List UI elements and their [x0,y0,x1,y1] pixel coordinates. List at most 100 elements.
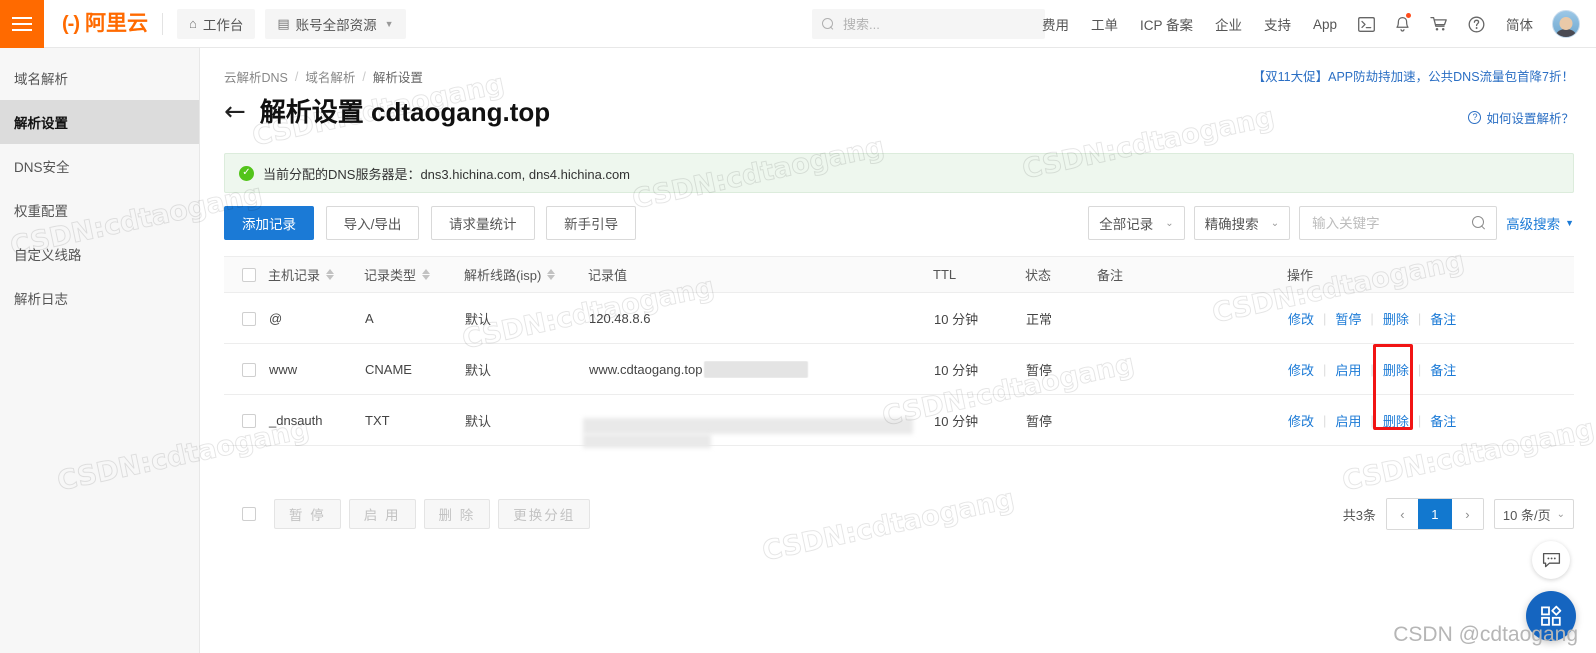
global-search[interactable] [812,9,1045,39]
pagination-prev[interactable]: ‹ [1386,499,1418,529]
aliyun-logo-mark: (-) [62,12,80,35]
breadcrumb: 云解析DNS / 域名解析 / 解析设置 [224,67,423,86]
redacted-value-mask [704,360,809,378]
promo-banner-link[interactable]: 【双11大促】APP防劫持加速，公共DNS流量包首降7折！ [1253,66,1574,85]
bulk-pause-button[interactable]: 暂 停 [274,499,341,529]
cart-icon[interactable] [1420,0,1458,48]
sidebar-item-custom-line[interactable]: 自定义线路 [0,232,199,276]
back-arrow-icon[interactable]: ← [224,99,246,125]
row-checkbox[interactable] [242,413,256,428]
check-circle-icon: ✓ [239,165,254,181]
sort-type-icon[interactable] [422,269,431,280]
sidebar-item-label: 域名解析 [14,72,68,87]
table-row[interactable]: _dnsauth TXT 默认 10 分钟 暂停 修改 | 启用 | 删除 | … [224,394,1574,448]
page-title-prefix: 解析设置 [259,97,364,127]
bulk-enable-button[interactable]: 启 用 [348,499,416,529]
nav-icp[interactable]: ICP 备案 [1129,0,1204,48]
dns-server-alert: ✓ 当前分配的DNS服务器是：dns3.hichina.com, dns4.hi… [224,153,1574,193]
sidebar-item-resolution-settings[interactable]: 解析设置 [0,100,199,144]
redacted-value-mask [583,434,711,448]
menu-toggle-icon[interactable] [0,0,44,48]
nav-support[interactable]: 支持 [1253,0,1302,48]
action-note[interactable]: 备注 [1421,360,1465,379]
breadcrumb-separator: / [294,69,299,84]
help-icon[interactable] [1458,0,1495,48]
avatar[interactable] [1552,10,1580,38]
header-state-label: 状态 [1025,268,1052,283]
action-enable[interactable]: 启用 [1326,360,1370,379]
record-filter-select[interactable]: 全部记录 ⌄ [1088,206,1185,240]
page-size-select[interactable]: 10 条/页 ⌄ [1493,499,1574,529]
action-edit[interactable]: 修改 [1288,309,1323,328]
header-value-label: 记录值 [588,268,628,283]
newbie-guide-button[interactable]: 新手引导 [546,206,637,240]
page-root: (-) 阿里云 ⌂ 工作台 ▤ 账号全部资源 ▼ 费用 工单 ICP 备案 企业… [0,0,1596,653]
notifications-icon[interactable] [1385,0,1420,48]
breadcrumb-item-domain[interactable]: 域名解析 [305,67,355,86]
pagination-page-1[interactable]: 1 [1417,499,1452,529]
search-icon [822,18,834,30]
keyword-search-input[interactable] [1310,214,1469,232]
terminal-icon[interactable] [1348,0,1385,48]
language-switch[interactable]: 简体 [1495,0,1544,48]
search-mode-select[interactable]: 精确搜索 ⌄ [1193,206,1291,240]
cell-note [1097,292,1287,344]
sidebar-item-label: 权重配置 [14,204,68,219]
global-search-input[interactable] [841,15,1026,33]
table-row[interactable]: www CNAME 默认 www.cdtaogang.top 10 分钟 暂停 [224,343,1574,395]
cell-state: 暂停 [1025,394,1097,446]
all-resources-button[interactable]: ▤ 账号全部资源 ▼ [265,8,406,39]
chat-support-button[interactable] [1532,541,1570,579]
home-icon: ⌂ [188,16,197,31]
row-checkbox[interactable] [242,311,256,326]
sort-line-icon[interactable] [547,269,556,280]
sort-host-icon[interactable] [326,269,335,280]
header-action-label: 操作 [1287,268,1314,283]
cell-note [1097,343,1287,395]
pagination-next[interactable]: › [1451,499,1483,529]
nav-enterprise[interactable]: 企业 [1204,0,1253,48]
action-edit[interactable]: 修改 [1288,411,1323,430]
action-delete[interactable]: 删除 [1374,411,1418,430]
row-checkbox[interactable] [242,362,256,377]
search-mode-value: 精确搜索 [1204,217,1259,232]
table-row[interactable]: @ A 默认 120.48.8.6 10 分钟 正常 修改 | 暂停 | 删除 | [224,292,1574,344]
sidebar-item-resolution-log[interactable]: 解析日志 [0,276,199,320]
action-delete[interactable]: 删除 [1374,360,1418,379]
page-title-domain: cdtaogang.top [371,97,551,127]
action-pause[interactable]: 暂停 [1326,309,1370,328]
sidebar-item-weight-config[interactable]: 权重配置 [0,188,199,232]
nav-tickets[interactable]: 工单 [1080,0,1129,48]
toolbar-right: 全部记录 ⌄ 精确搜索 ⌄ 高级搜索 ▼ [1088,206,1574,240]
header-divider [161,12,163,35]
request-stats-button[interactable]: 请求量统计 [431,206,535,240]
header-note: 备注 [1097,256,1287,293]
dns-records-table: 主机记录 记录类型 解析线路(isp) 记录值 TTL 状态 备注 操作 @ A… [224,256,1574,448]
action-note[interactable]: 备注 [1421,309,1465,328]
search-icon[interactable] [1472,216,1486,230]
footer-select-all-checkbox[interactable] [242,507,256,521]
import-export-button[interactable]: 导入/导出 [325,206,420,240]
add-record-button[interactable]: 添加记录 [224,206,314,240]
advanced-search-toggle[interactable]: 高级搜索 ▼ [1506,213,1574,233]
cell-state: 正常 [1025,292,1097,344]
bulk-delete-button[interactable]: 删 除 [423,499,491,529]
action-note[interactable]: 备注 [1421,411,1465,430]
how-to-configure-link[interactable]: ? 如何设置解析？ [1468,108,1574,127]
select-all-checkbox[interactable] [242,268,256,283]
cell-note [1097,394,1287,446]
sidebar-item-dns-security[interactable]: DNS安全 [0,144,199,188]
nav-app[interactable]: App [1302,0,1348,48]
workbench-button[interactable]: ⌂ 工作台 [176,8,256,39]
keyword-search-box[interactable] [1299,206,1498,240]
bulk-regroup-button[interactable]: 更换分组 [498,499,591,529]
aliyun-logo[interactable]: (-) 阿里云 [62,13,148,34]
action-delete[interactable]: 删除 [1374,309,1418,328]
nav-fees[interactable]: 费用 [1031,0,1080,48]
action-enable[interactable]: 启用 [1326,411,1370,430]
cell-ttl: 10 分钟 [933,292,1025,344]
sidebar-item-domain-resolution[interactable]: 域名解析 [0,56,199,100]
action-edit[interactable]: 修改 [1288,360,1323,379]
pagination-total: 共3条 [1342,507,1376,523]
breadcrumb-item-dns[interactable]: 云解析DNS [224,67,288,86]
